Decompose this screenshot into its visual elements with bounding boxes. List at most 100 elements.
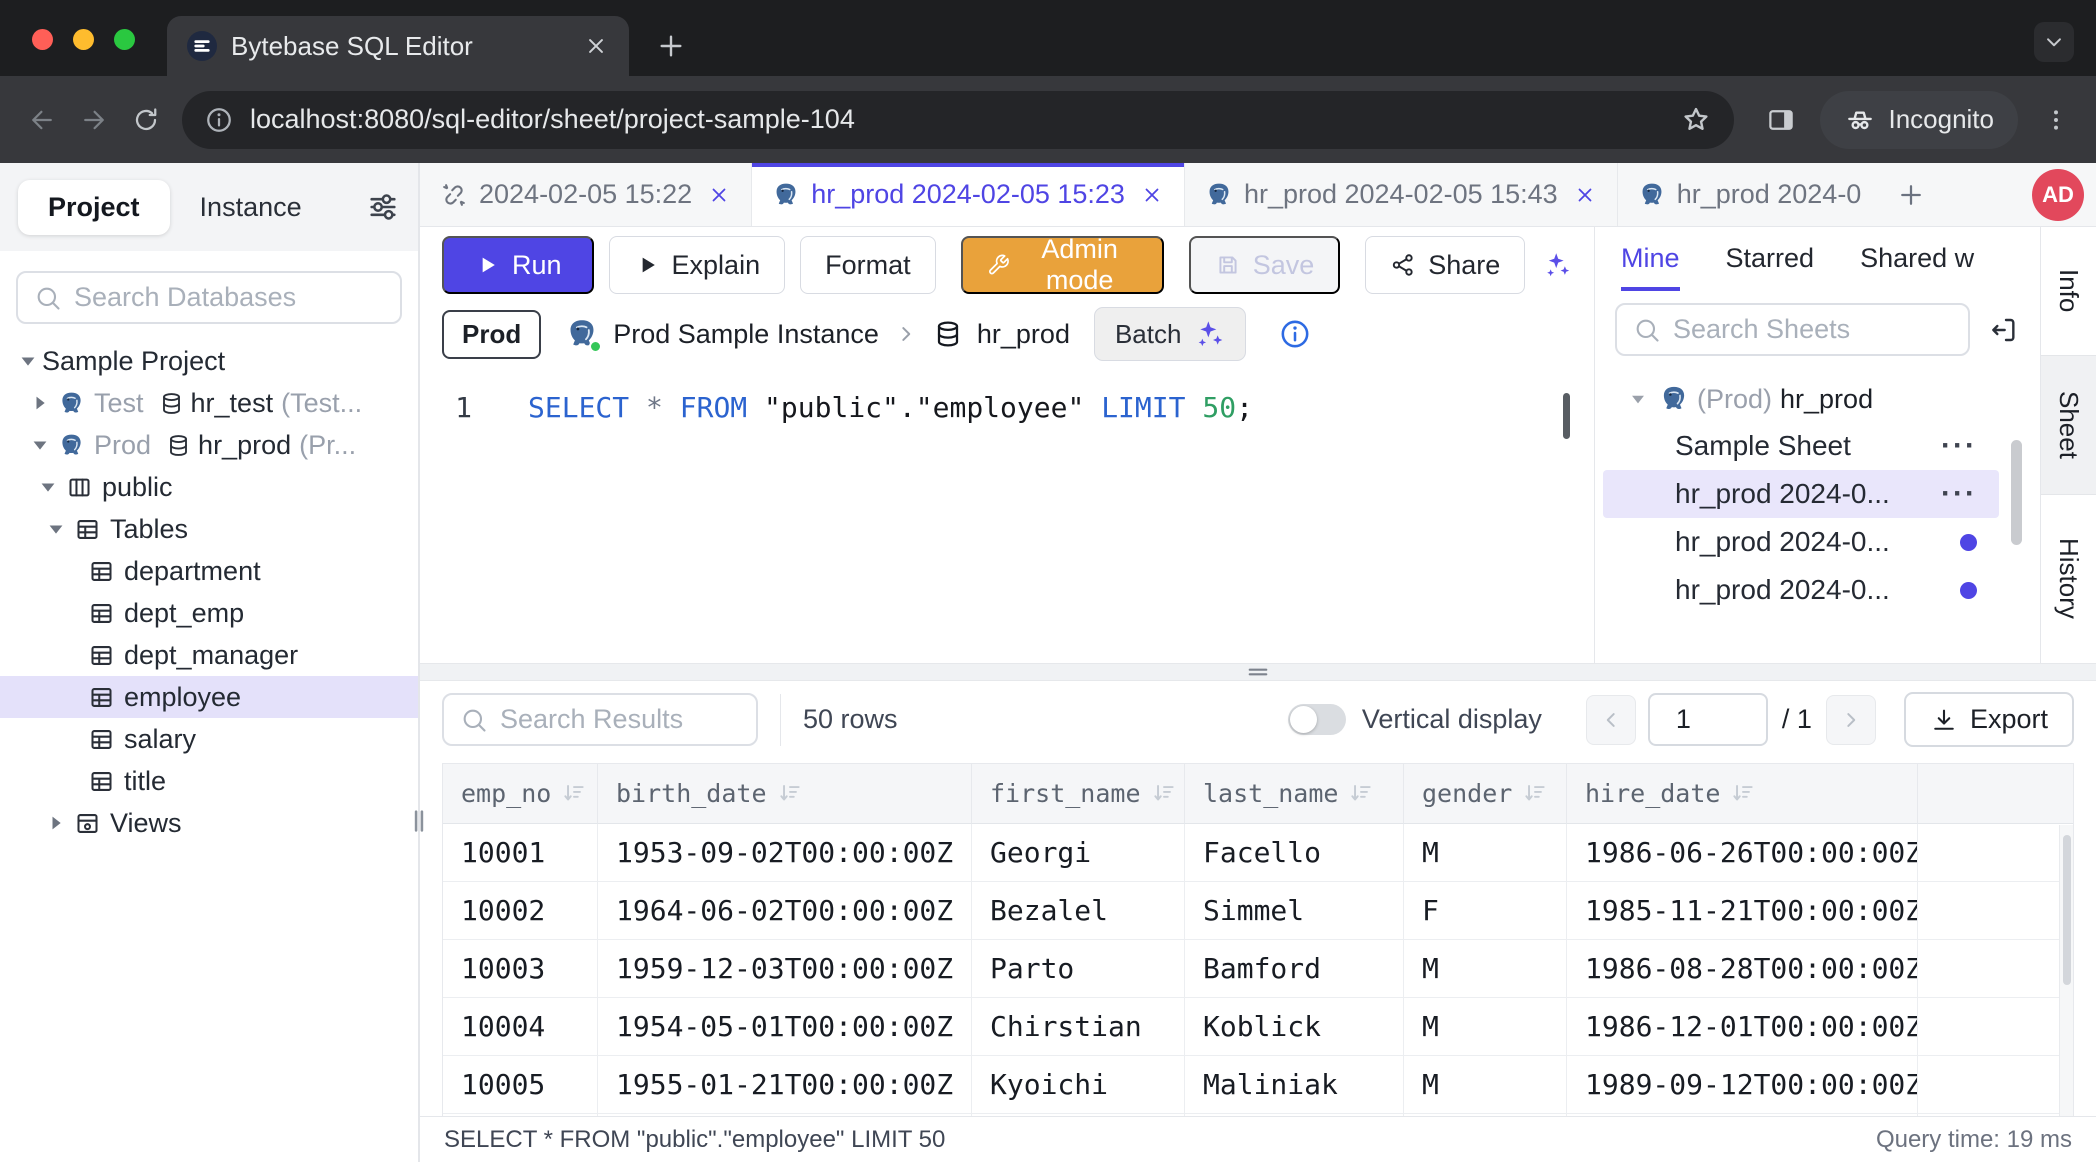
format-button[interactable]: Format bbox=[800, 236, 936, 294]
side-tab-history[interactable]: History bbox=[2041, 495, 2096, 663]
export-button[interactable]: Export bbox=[1904, 692, 2074, 747]
tree-item[interactable]: Views bbox=[0, 802, 418, 844]
user-avatar[interactable]: AD bbox=[2032, 169, 2084, 221]
sheet-group-header[interactable]: (Prod)hr_prod bbox=[1595, 376, 2040, 422]
caret-down-icon[interactable] bbox=[42, 515, 70, 543]
sheet-list-item[interactable]: hr_prod 2024-0... bbox=[1603, 518, 1999, 566]
panel-divider[interactable] bbox=[420, 663, 2096, 681]
page-number-input[interactable] bbox=[1648, 693, 1768, 746]
editor-tabs: 2024-02-05 15:22hr_prod 2024-02-05 15:23… bbox=[420, 163, 1881, 226]
sidebar-tab-project[interactable]: Project bbox=[18, 180, 170, 235]
sort-icon[interactable] bbox=[1730, 780, 1756, 806]
window-minimize-button[interactable] bbox=[73, 29, 94, 50]
caret-down-icon[interactable] bbox=[26, 431, 54, 459]
browser-tab-close-icon[interactable] bbox=[583, 33, 609, 59]
results-search[interactable] bbox=[442, 693, 758, 746]
tab-search-button[interactable] bbox=[2034, 22, 2074, 62]
browser-tab[interactable]: Bytebase SQL Editor bbox=[167, 16, 629, 76]
results-scrollbar[interactable] bbox=[2059, 825, 2073, 1117]
tree-item[interactable]: Tables bbox=[0, 508, 418, 550]
close-icon[interactable] bbox=[1573, 183, 1597, 207]
tree-item[interactable]: salary bbox=[0, 718, 418, 760]
new-tab-button[interactable] bbox=[655, 30, 687, 62]
sort-icon[interactable] bbox=[1348, 780, 1374, 806]
results-scrollbar-thumb[interactable] bbox=[2063, 835, 2071, 985]
sql-editor[interactable]: 1 SELECT * FROM "public"."employee" LIMI… bbox=[420, 365, 1594, 663]
side-tab-info[interactable]: Info bbox=[2041, 227, 2096, 355]
sheet-search[interactable] bbox=[1615, 303, 1970, 356]
sheet-scrollbar-thumb[interactable] bbox=[2011, 440, 2022, 545]
filter-sliders-icon[interactable] bbox=[366, 190, 400, 224]
batch-button[interactable]: Batch bbox=[1094, 307, 1247, 361]
close-icon[interactable] bbox=[707, 183, 731, 207]
caret-down-icon[interactable] bbox=[1625, 386, 1651, 412]
sheet-tab-mine[interactable]: Mine bbox=[1621, 227, 1680, 291]
close-icon[interactable] bbox=[1140, 183, 1164, 207]
database-search[interactable] bbox=[16, 271, 402, 324]
next-page-button[interactable] bbox=[1826, 695, 1876, 745]
database-name[interactable]: hr_prod bbox=[977, 319, 1070, 350]
bookmark-star-icon[interactable] bbox=[1680, 104, 1712, 136]
database-search-input[interactable] bbox=[74, 282, 384, 313]
table-cell: Georgi bbox=[972, 824, 1185, 882]
results-search-input[interactable] bbox=[500, 704, 740, 735]
vertical-display-toggle[interactable] bbox=[1288, 704, 1346, 735]
side-panel-button[interactable] bbox=[1756, 95, 1806, 145]
more-menu-icon[interactable]: ··· bbox=[1941, 431, 1977, 461]
sheet-list-item[interactable]: hr_prod 2024-0...··· bbox=[1603, 470, 1999, 518]
editor-tab[interactable]: hr_prod 2024-02-05 15:23 bbox=[752, 163, 1185, 226]
caret-right-icon[interactable] bbox=[26, 389, 54, 417]
window-close-button[interactable] bbox=[32, 29, 53, 50]
sidebar-tab-instance[interactable]: Instance bbox=[170, 180, 332, 235]
tree-item[interactable]: title bbox=[0, 760, 418, 802]
sheet-list-item[interactable]: hr_prod 2024-0... bbox=[1603, 566, 1999, 614]
admin-mode-button[interactable]: Admin mode bbox=[961, 236, 1164, 294]
tree-item[interactable]: dept_emp bbox=[0, 592, 418, 634]
ai-assistant-button[interactable] bbox=[1542, 246, 1572, 284]
editor-tab[interactable]: 2024-02-05 15:22 bbox=[420, 163, 752, 226]
caret-right-icon[interactable] bbox=[42, 809, 70, 837]
sql-token bbox=[1185, 391, 1202, 424]
tree-item[interactable]: Testhr_test(Test... bbox=[0, 382, 418, 424]
editor-tab[interactable]: hr_prod 2024-0 bbox=[1618, 163, 1882, 226]
editor-scrollbar-thumb[interactable] bbox=[1563, 393, 1570, 439]
address-bar[interactable]: localhost:8080/sql-editor/sheet/project-… bbox=[182, 91, 1734, 149]
add-sheet-tab-button[interactable] bbox=[1881, 163, 1941, 226]
browser-menu-button[interactable] bbox=[2032, 96, 2080, 144]
explain-button[interactable]: Explain bbox=[609, 236, 786, 294]
share-button[interactable]: Share bbox=[1365, 236, 1525, 294]
sheet-search-input[interactable] bbox=[1673, 314, 1952, 345]
sheet-tab-starred[interactable]: Starred bbox=[1726, 227, 1815, 291]
caret-down-icon[interactable] bbox=[34, 473, 62, 501]
instance-name[interactable]: Prod Sample Instance bbox=[613, 319, 879, 350]
forward-button[interactable] bbox=[68, 94, 120, 146]
tree-item[interactable]: Sample Project bbox=[0, 340, 418, 382]
editor-tab[interactable]: hr_prod 2024-02-05 15:43 bbox=[1185, 163, 1618, 226]
save-button[interactable]: Save bbox=[1189, 236, 1341, 294]
more-menu-icon[interactable]: ··· bbox=[1941, 479, 1977, 509]
window-zoom-button[interactable] bbox=[114, 29, 135, 50]
caret-down-icon[interactable] bbox=[14, 347, 42, 375]
sort-icon[interactable] bbox=[1151, 780, 1177, 806]
sort-icon[interactable] bbox=[1522, 780, 1548, 806]
tree-item[interactable]: department bbox=[0, 550, 418, 592]
tree-item[interactable]: public bbox=[0, 466, 418, 508]
sheet-list-item[interactable]: Sample Sheet··· bbox=[1603, 422, 1999, 470]
sort-icon[interactable] bbox=[561, 780, 587, 806]
run-button[interactable]: Run bbox=[442, 236, 594, 294]
tree-item[interactable]: dept_manager bbox=[0, 634, 418, 676]
sort-icon[interactable] bbox=[777, 780, 803, 806]
prev-page-button[interactable] bbox=[1586, 695, 1636, 745]
sidebar-resize-handle[interactable] bbox=[405, 801, 433, 841]
sheet-tab-shared[interactable]: Shared w bbox=[1860, 227, 1974, 291]
tree-item[interactable]: employee bbox=[0, 676, 418, 718]
side-tab-sheet[interactable]: Sheet bbox=[2041, 355, 2096, 495]
format-label: Format bbox=[825, 250, 911, 281]
divider-drag-handle[interactable] bbox=[1226, 661, 1290, 683]
back-button[interactable] bbox=[16, 94, 68, 146]
info-icon[interactable] bbox=[1278, 317, 1312, 351]
reload-button[interactable] bbox=[120, 94, 172, 146]
import-sheet-icon[interactable] bbox=[1988, 314, 2020, 346]
site-info-icon[interactable] bbox=[204, 105, 234, 135]
tree-item[interactable]: Prodhr_prod(Pr... bbox=[0, 424, 418, 466]
